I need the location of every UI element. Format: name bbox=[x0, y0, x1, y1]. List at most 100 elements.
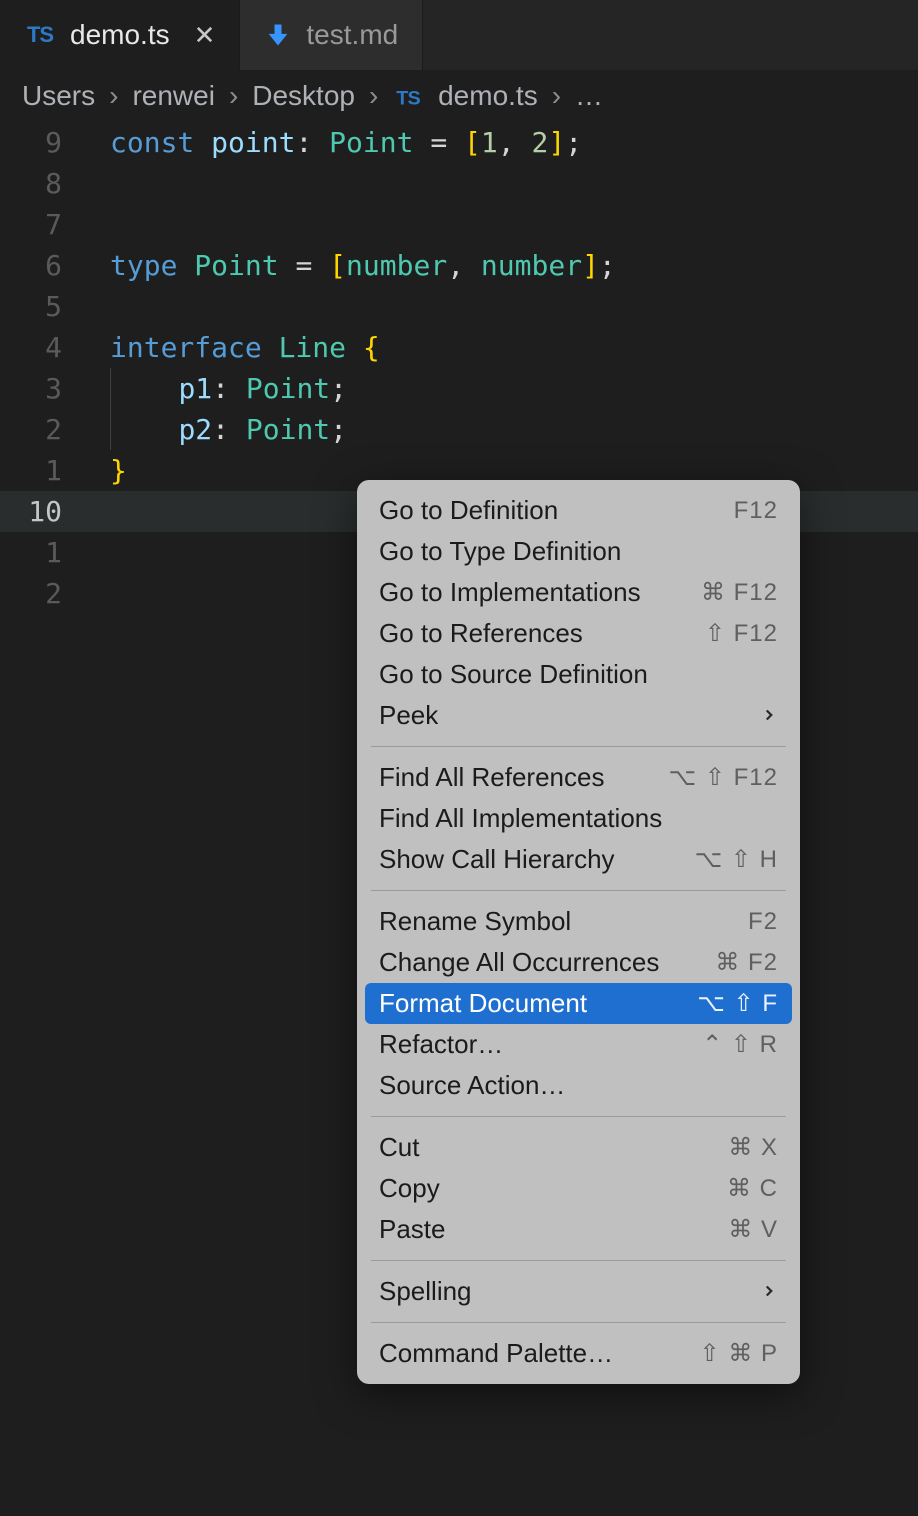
menu-item-label: Source Action… bbox=[379, 1070, 565, 1101]
tab-label: test.md bbox=[306, 19, 398, 51]
menu-separator bbox=[371, 1260, 786, 1261]
chevron-right-icon bbox=[760, 700, 778, 731]
menu-item-label: Find All Implementations bbox=[379, 803, 662, 834]
menu-item-shortcut: ⌘ C bbox=[727, 1174, 778, 1203]
menu-item-shortcut: F2 bbox=[748, 908, 778, 936]
menu-item[interactable]: Rename SymbolF2 bbox=[357, 901, 800, 942]
menu-item-label: Peek bbox=[379, 700, 438, 731]
code-content: } bbox=[80, 450, 127, 491]
menu-item[interactable]: Peek bbox=[357, 695, 800, 736]
code-content: p1: Point; bbox=[80, 368, 347, 409]
code-line[interactable]: 4 interface Line { bbox=[0, 327, 918, 368]
menu-item-shortcut: ⌃ ⇧ R bbox=[702, 1030, 778, 1059]
menu-item-label: Format Document bbox=[379, 988, 587, 1019]
menu-item[interactable]: Source Action… bbox=[357, 1065, 800, 1106]
menu-item[interactable]: Refactor… ⌃ ⇧ R bbox=[357, 1024, 800, 1065]
tab-demo-ts[interactable]: TS demo.ts ✕ bbox=[0, 0, 240, 70]
menu-item-shortcut: F12 bbox=[734, 497, 778, 525]
code-content: interface Line { bbox=[80, 327, 380, 368]
menu-item-label: Find All References bbox=[379, 762, 604, 793]
menu-item-label: Cut bbox=[379, 1132, 419, 1163]
menu-item-shortcut: ⌘ V bbox=[728, 1215, 778, 1244]
line-number: 1 bbox=[0, 450, 80, 491]
close-icon[interactable]: ✕ bbox=[194, 20, 216, 51]
chevron-right-icon bbox=[760, 1276, 778, 1307]
menu-separator bbox=[371, 890, 786, 891]
chevron-right-icon: › bbox=[552, 80, 561, 112]
menu-separator bbox=[371, 746, 786, 747]
menu-item-label: Go to References bbox=[379, 618, 583, 649]
line-number: 3 bbox=[0, 368, 80, 409]
menu-item[interactable]: Go to References ⇧ F12 bbox=[357, 613, 800, 654]
menu-item[interactable]: Spelling bbox=[357, 1271, 800, 1312]
line-number: 2 bbox=[0, 409, 80, 450]
breadcrumb-file[interactable]: TS demo.ts bbox=[392, 80, 537, 112]
menu-item[interactable]: Change All Occurrences ⌘ F2 bbox=[357, 942, 800, 983]
code-line[interactable]: 8 bbox=[0, 163, 918, 204]
line-number: 5 bbox=[0, 286, 80, 327]
breadcrumb-symbol[interactable]: … bbox=[575, 80, 603, 112]
code-line[interactable]: 6 type Point = [number, number]; bbox=[0, 245, 918, 286]
breadcrumb[interactable]: Users › renwei › Desktop › TS demo.ts › … bbox=[0, 70, 918, 122]
line-number: 2 bbox=[0, 573, 80, 614]
menu-item[interactable]: Go to Type Definition bbox=[357, 531, 800, 572]
menu-item-shortcut: ⌥ ⇧ F bbox=[697, 989, 778, 1018]
menu-item[interactable]: Show Call Hierarchy ⌥ ⇧ H bbox=[357, 839, 800, 880]
menu-item-shortcut: ⌘ F12 bbox=[701, 578, 778, 607]
line-number: 6 bbox=[0, 245, 80, 286]
line-number: 1 bbox=[0, 532, 80, 573]
menu-item[interactable]: Paste ⌘ V bbox=[357, 1209, 800, 1250]
menu-item[interactable]: Copy ⌘ C bbox=[357, 1168, 800, 1209]
menu-item-shortcut: ⌥ ⇧ H bbox=[695, 845, 778, 874]
menu-item[interactable]: Go to Implementations ⌘ F12 bbox=[357, 572, 800, 613]
line-number: 9 bbox=[0, 122, 80, 163]
code-line[interactable]: 5 bbox=[0, 286, 918, 327]
menu-separator bbox=[371, 1116, 786, 1117]
menu-item-label: Paste bbox=[379, 1214, 446, 1245]
menu-item-shortcut: ⇧ F12 bbox=[705, 619, 778, 648]
context-menu: Go to Definition F12 Go to Type Definition… bbox=[357, 480, 800, 1384]
menu-item-label: Change All Occurrences bbox=[379, 947, 659, 978]
line-number: 4 bbox=[0, 327, 80, 368]
menu-item[interactable]: Format Document ⌥ ⇧ F bbox=[365, 983, 792, 1024]
menu-item[interactable]: Go to Definition F12 bbox=[357, 490, 800, 531]
markdown-arrow-icon bbox=[264, 21, 292, 49]
menu-item-label: Go to Definition bbox=[379, 495, 558, 526]
menu-item[interactable]: Find All Implementations bbox=[357, 798, 800, 839]
line-number: 8 bbox=[0, 163, 80, 204]
menu-item-label: Go to Source Definition bbox=[379, 659, 648, 690]
menu-item-label: Spelling bbox=[379, 1276, 472, 1307]
menu-separator bbox=[371, 1322, 786, 1323]
menu-item-label: Command Palette… bbox=[379, 1338, 613, 1369]
code-line[interactable]: 9 const point: Point = [1, 2]; bbox=[0, 122, 918, 163]
breadcrumb-segment[interactable]: Desktop bbox=[252, 80, 355, 112]
menu-item-shortcut: ⌘ X bbox=[728, 1133, 778, 1162]
menu-item-label: Refactor… bbox=[379, 1029, 503, 1060]
breadcrumb-segment[interactable]: renwei bbox=[132, 80, 214, 112]
menu-item-label: Copy bbox=[379, 1173, 440, 1204]
menu-item-shortcut: ⌘ F2 bbox=[715, 948, 778, 977]
code-content: p2: Point; bbox=[80, 409, 347, 450]
menu-item-shortcut: ⌥ ⇧ F12 bbox=[669, 763, 778, 792]
menu-item[interactable]: Find All References ⌥ ⇧ F12 bbox=[357, 757, 800, 798]
code-line[interactable]: 7 bbox=[0, 204, 918, 245]
typescript-icon: TS bbox=[24, 23, 56, 47]
code-content: const point: Point = [1, 2]; bbox=[80, 122, 582, 163]
chevron-right-icon: › bbox=[369, 80, 378, 112]
menu-item-label: Go to Implementations bbox=[379, 577, 641, 608]
menu-item-shortcut: ⇧ ⌘ P bbox=[700, 1339, 778, 1368]
typescript-icon: TS bbox=[394, 87, 423, 109]
code-line[interactable]: 2 p2: Point; bbox=[0, 409, 918, 450]
menu-item[interactable]: Go to Source Definition bbox=[357, 654, 800, 695]
line-number: 7 bbox=[0, 204, 80, 245]
chevron-right-icon: › bbox=[109, 80, 118, 112]
menu-item[interactable]: Command Palette… ⇧ ⌘ P bbox=[357, 1333, 800, 1374]
menu-item-label: Show Call Hierarchy bbox=[379, 844, 615, 875]
line-number: 10 bbox=[0, 491, 80, 532]
tab-bar: TS demo.ts ✕ test.md bbox=[0, 0, 918, 70]
menu-item-label: Go to Type Definition bbox=[379, 536, 621, 567]
tab-test-md[interactable]: test.md bbox=[240, 0, 423, 70]
code-line[interactable]: 3 p1: Point; bbox=[0, 368, 918, 409]
breadcrumb-segment[interactable]: Users bbox=[22, 80, 95, 112]
menu-item[interactable]: Cut ⌘ X bbox=[357, 1127, 800, 1168]
